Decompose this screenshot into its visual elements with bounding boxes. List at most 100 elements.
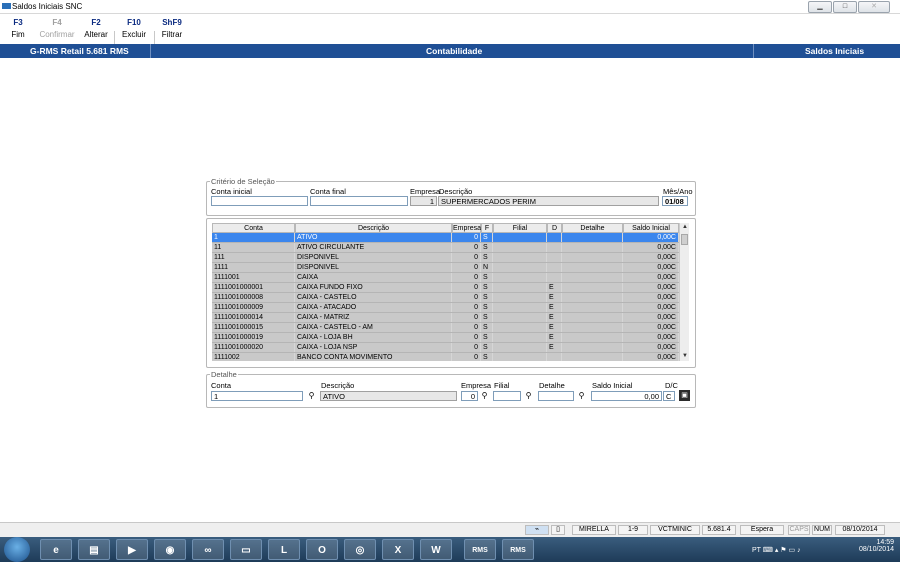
module-name: Contabilidade [426, 46, 483, 56]
conta-inicial-input[interactable] [211, 196, 308, 206]
col-header-f[interactable]: F [481, 223, 493, 233]
scroll-thumb[interactable] [681, 234, 688, 245]
conta-final-input[interactable] [310, 196, 408, 206]
cell-filial [493, 233, 547, 242]
lync-taskbar-icon[interactable]: L [268, 539, 300, 560]
alterar-button[interactable]: F2 Alterar [82, 18, 110, 39]
empresa-lookup-icon[interactable]: ⚲ [479, 391, 490, 401]
status-bar: ⌁ ▯ MIRELLA 1-9 VCTMINIC 5.681.4 Espera … [0, 522, 900, 537]
table-row[interactable]: 111 DISPONIVEL 0 S 0,00C [212, 253, 689, 263]
cell-empresa: 0 [452, 313, 481, 322]
accounts-grid[interactable]: Conta Descrição Empresa F Filial D Detal… [212, 223, 689, 361]
cell-empresa: 0 [452, 253, 481, 262]
col-header-descricao[interactable]: Descrição [295, 223, 452, 233]
word-taskbar-icon[interactable]: W [420, 539, 452, 560]
col-header-saldo-inicial[interactable]: Saldo Inicial [623, 223, 679, 233]
scroll-up-icon[interactable]: ▲ [680, 223, 690, 232]
keyboard-icon[interactable]: ⌨ ▴ ⚑ ▭ ♪ [763, 547, 801, 554]
detail-filial-input[interactable] [493, 391, 521, 401]
cell-saldo: 0,00C [623, 343, 679, 352]
close-button[interactable]: ✕ [858, 1, 890, 13]
filtrar-button[interactable]: ShF9 Filtrar [158, 18, 186, 39]
grid-scrollbar[interactable]: ▲ ▼ [679, 223, 689, 361]
conta-lookup-icon[interactable]: ⚲ [306, 391, 317, 401]
maximize-button[interactable]: □ [833, 1, 857, 13]
table-row[interactable]: 1111001000001 CAIXA FUNDO FIXO 0 S E 0,00C [212, 283, 689, 293]
title-bar: Saldos Iniciais SNC ▁ □ ✕ [0, 0, 900, 14]
start-button[interactable] [4, 537, 30, 562]
table-row[interactable]: 1111001000014 CAIXA - MATRIZ 0 S E 0,00C [212, 313, 689, 323]
col-header-detalhe[interactable]: Detalhe [562, 223, 623, 233]
cell-empresa: 0 [452, 263, 481, 272]
col-header-empresa[interactable]: Empresa [452, 223, 481, 233]
detail-empresa-input[interactable]: 0 [461, 391, 478, 401]
detail-conta-input[interactable]: 1 [211, 391, 303, 401]
excluir-button[interactable]: F10 Excluir [120, 18, 148, 39]
mes-ano-label: Mês/Ano [663, 187, 693, 196]
cell-descricao: CAIXA - LOJA BH [295, 333, 452, 342]
table-row[interactable]: 1111001000019 CAIXA - LOJA BH 0 S E 0,00C [212, 333, 689, 343]
cell-detalhe [562, 313, 623, 322]
table-row[interactable]: 1111001000015 CAIXA - CASTELO - AM 0 S E 0,00… [212, 323, 689, 333]
outlook-taskbar-icon[interactable]: O [306, 539, 338, 560]
excel-taskbar-icon[interactable]: X [382, 539, 414, 560]
cell-saldo: 0,00C [623, 263, 679, 272]
table-row[interactable]: 11 ATIVO CIRCULANTE 0 S 0,00C [212, 243, 689, 253]
fim-button[interactable]: F3 Fim [6, 18, 30, 39]
table-row[interactable]: 1111002 BANCO CONTA MOVIMENTO 0 S 0,00C [212, 353, 689, 361]
detalhe-lookup-icon[interactable]: ⚲ [576, 391, 587, 401]
col-header-filial[interactable]: Filial [493, 223, 547, 233]
cell-conta: 1111 [212, 263, 295, 272]
cell-descricao: CAIXA FUNDO FIXO [295, 283, 452, 292]
table-row[interactable]: 1111001000020 CAIXA - LOJA NSP 0 S E 0,00C [212, 343, 689, 353]
clock[interactable]: 14:59 08/10/2014 [859, 539, 894, 553]
ie-taskbar-icon[interactable]: e [40, 539, 72, 560]
document-icon: ▯ [551, 525, 565, 535]
mes-ano-input[interactable]: 01/08 [662, 196, 688, 206]
status-program: VCTMINIC [650, 525, 700, 535]
clock-date: 08/10/2014 [858, 546, 894, 553]
media-taskbar-icon[interactable]: ▶ [116, 539, 148, 560]
col-header-d[interactable]: D [547, 223, 562, 233]
cell-detalhe [562, 323, 623, 332]
cell-empresa: 0 [452, 243, 481, 252]
alterar-label: Alterar [84, 30, 108, 39]
scroll-down-icon[interactable]: ▼ [680, 352, 690, 361]
confirmar-button[interactable]: F4 Confirmar [38, 18, 76, 39]
cell-saldo: 0,00C [623, 253, 679, 262]
col-header-conta[interactable]: Conta [212, 223, 295, 233]
language-indicator[interactable]: PT [752, 547, 761, 554]
cell-detalhe [562, 303, 623, 312]
detail-saldo-input[interactable]: 0,00 [591, 391, 662, 401]
minimize-button[interactable]: ▁ [808, 1, 832, 13]
cell-empresa: 0 [452, 273, 481, 282]
detail-dc-input[interactable]: C [663, 391, 675, 401]
table-row[interactable]: 1111 DISPONIVEL 0 N 0,00C [212, 263, 689, 273]
cell-descricao: DISPONIVEL [295, 263, 452, 272]
rms-1-taskbar-icon[interactable]: RMS [464, 539, 496, 560]
cell-f: S [481, 303, 493, 312]
cell-detalhe [562, 343, 623, 352]
cell-detalhe [562, 273, 623, 282]
app-blue-taskbar-icon[interactable]: ∞ [192, 539, 224, 560]
cell-saldo: 0,00C [623, 353, 679, 361]
table-row[interactable]: 1 ATIVO 0 S 0,00C [212, 233, 689, 243]
chrome-taskbar-icon[interactable]: ◉ [154, 539, 186, 560]
excluir-key: F10 [127, 18, 141, 27]
table-row[interactable]: 1111001000009 CAIXA - ATACADO 0 S E 0,00C [212, 303, 689, 313]
rms-2-taskbar-icon[interactable]: RMS [502, 539, 534, 560]
save-disk-icon[interactable]: ▣ [679, 390, 690, 401]
cell-saldo: 0,00C [623, 333, 679, 342]
filial-lookup-icon[interactable]: ⚲ [523, 391, 534, 401]
conta-final-label: Conta final [310, 187, 346, 196]
cell-f: S [481, 253, 493, 262]
detail-detalhe-input[interactable] [538, 391, 574, 401]
cell-f: S [481, 333, 493, 342]
folder-taskbar-icon[interactable]: ▭ [230, 539, 262, 560]
table-row[interactable]: 1111001000008 CAIXA - CASTELO 0 S E 0,00C [212, 293, 689, 303]
table-row[interactable]: 1111001 CAIXA 0 S 0,00C [212, 273, 689, 283]
explorer-taskbar-icon[interactable]: ▤ [78, 539, 110, 560]
cell-conta: 1111001000015 [212, 323, 295, 332]
cell-detalhe [562, 233, 623, 242]
app-circle-taskbar-icon[interactable]: ◎ [344, 539, 376, 560]
